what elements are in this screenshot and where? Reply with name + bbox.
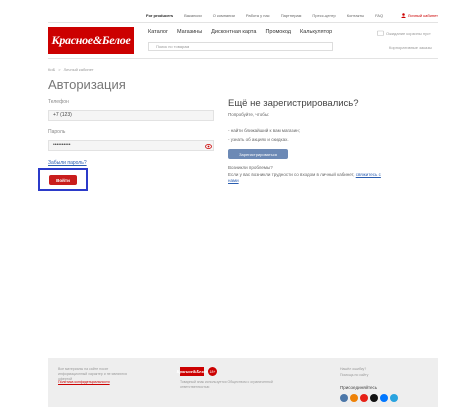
nav-item-calculator[interactable]: Калькулятор	[300, 29, 332, 35]
top-link-partners[interactable]: Партнерам	[281, 13, 302, 18]
site-help-link[interactable]: Помощь по сайту	[340, 373, 368, 378]
site-logo[interactable]: Красное&Белое	[48, 27, 134, 54]
join-us-label: Присоединяйтесь	[340, 385, 378, 390]
footer-legal: Товарный знак используется Обществом с о…	[180, 380, 273, 389]
social-links	[340, 394, 398, 402]
top-link-contacts[interactable]: Контакты	[347, 13, 364, 18]
show-password-icon[interactable]	[204, 142, 212, 150]
logo-text: Красное&Белое	[51, 33, 131, 47]
top-link-press[interactable]: Пресс-центр	[312, 13, 335, 18]
trouble-note: Если у вас возникли трудности со входом …	[228, 172, 388, 184]
password-label: Пароль	[48, 129, 66, 135]
report-error-link[interactable]: Нашёл ошибку?	[340, 367, 366, 372]
privacy-policy-link[interactable]: Политика конфиденциальности	[58, 380, 110, 385]
cart-icon	[377, 30, 384, 36]
personal-cabinet-link[interactable]: Личный кабинет	[400, 12, 438, 18]
nav-item-discount-card[interactable]: Дисконтная карта	[211, 29, 256, 35]
nav-item-catalog[interactable]: Каталог	[148, 29, 168, 35]
page-title: Авторизация	[48, 77, 126, 92]
cart-label: Ожидание корзины пуст	[386, 30, 431, 36]
telegram-icon[interactable]	[390, 394, 398, 402]
breadcrumb: КиБ > Личный кабинет	[48, 67, 94, 72]
top-link-careers[interactable]: Работа у нас	[246, 13, 270, 18]
register-button[interactable]: Зарегистрироваться	[228, 149, 288, 159]
cart-link[interactable]: Ожидание корзины пуст	[377, 30, 431, 36]
corporate-orders-link[interactable]: Корпоративные заказы	[389, 45, 432, 50]
register-benefit-1: - найти ближайший к вам магазин;	[228, 128, 300, 133]
breadcrumb-current: Личный кабинет	[63, 67, 94, 72]
tiktok-icon[interactable]	[370, 394, 378, 402]
top-link-faq[interactable]: FAQ	[375, 13, 383, 18]
personal-cabinet-label: Личный кабинет	[407, 12, 438, 18]
search-input[interactable]: Поиск по товарам	[148, 42, 333, 51]
register-title: Ещё не зарегистрировались?	[228, 98, 359, 109]
login-button[interactable]: Войти	[49, 175, 77, 185]
nav-divider	[48, 58, 438, 59]
register-benefit-2: - узнать об акциях и скидках.	[228, 137, 289, 142]
phone-field[interactable]: +7 (123)	[48, 110, 214, 121]
top-link-producers[interactable]: For producers	[146, 13, 173, 18]
top-link-vacancies[interactable]: Вакансии	[184, 13, 202, 18]
trouble-title: Возникли проблемы?	[228, 165, 273, 170]
youtube-icon[interactable]	[360, 394, 368, 402]
main-nav: Каталог Магазины Дисконтная карта Промок…	[148, 29, 341, 35]
ok-icon[interactable]	[350, 394, 358, 402]
breadcrumb-separator: >	[58, 67, 61, 72]
top-link-about[interactable]: О компании	[213, 13, 235, 18]
vk-icon[interactable]	[340, 394, 348, 402]
trouble-text: Если у вас возникли трудности со входом …	[228, 172, 355, 177]
nav-item-stores[interactable]: Магазины	[177, 29, 202, 35]
footer: Все материалы на сайте носят информацион…	[48, 358, 438, 407]
register-subtitle: Попробуйте, чтобы:	[228, 112, 270, 117]
vk-video-icon[interactable]	[380, 394, 388, 402]
forgot-password-link[interactable]: Забыли пароль?	[48, 160, 87, 166]
nav-item-promocode[interactable]: Промокод	[265, 29, 291, 35]
top-bar: For producers Вакансии О компании Работа…	[48, 9, 438, 21]
password-field[interactable]: ••••••••••	[48, 140, 214, 151]
header-divider	[48, 22, 438, 23]
footer-logo[interactable]: Красное&Белое	[176, 367, 208, 376]
user-icon	[400, 12, 406, 18]
phone-label: Телефон	[48, 99, 69, 105]
top-links: For producers Вакансии О компании Работа…	[146, 13, 394, 18]
breadcrumb-home[interactable]: КиБ	[48, 67, 55, 72]
age-badge: 18+	[208, 367, 217, 376]
